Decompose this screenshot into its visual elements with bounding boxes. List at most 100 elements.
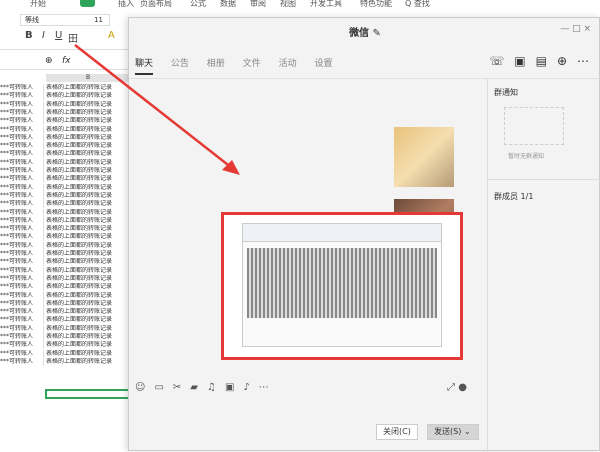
cell-b[interactable]: 表格的上面都的转账记录 (46, 333, 130, 341)
menu-item[interactable]: Q 查找 (405, 0, 430, 9)
cell-b[interactable]: 表格的上面都的转账记录 (46, 283, 130, 291)
menu-item[interactable]: 视图 (280, 0, 296, 9)
table-row[interactable]: ***可转账人 表格的上面都的转账记录 (0, 250, 130, 258)
menu-item[interactable]: 特色功能 (360, 0, 392, 9)
font-size[interactable]: 11 (94, 15, 103, 25)
table-row[interactable]: ***可转账人 表格的上面都的转账记录 (0, 175, 130, 184)
cell-b[interactable]: 表格的上面都的转账记录 (46, 134, 130, 142)
menu-item[interactable]: 公式 (190, 0, 206, 9)
cell-b[interactable]: 表格的上面都的转账记录 (46, 225, 130, 233)
maximize-button[interactable]: □ (572, 24, 581, 34)
cell-b[interactable]: 表格的上面都的转账记录 (46, 250, 130, 258)
scissors-icon[interactable]: ✂ (173, 382, 181, 393)
selected-cell[interactable] (45, 389, 135, 399)
cell-a[interactable]: ***可转账人 (0, 233, 44, 242)
chevron-down-icon[interactable]: ⌄ (464, 427, 471, 436)
underline-button[interactable]: U (55, 30, 62, 41)
cell-b[interactable]: 表格的上面都的转账记录 (46, 142, 130, 150)
table-row[interactable]: ***可转账人 表格的上面都的转账记录 (0, 291, 130, 300)
menu-item-active[interactable] (80, 0, 95, 7)
cell-a[interactable]: ***可转账人 (0, 100, 44, 109)
cell-a[interactable]: ***可转账人 (0, 266, 44, 275)
cell-b[interactable]: 表格的上面都的转账记录 (46, 159, 130, 167)
image-icon[interactable]: ▭ (154, 382, 163, 393)
cell-a[interactable]: ***可转账人 (0, 308, 44, 317)
cell-b[interactable]: 表格的上面都的转账记录 (46, 84, 130, 92)
cell-b[interactable]: 表格的上面都的转账记录 (46, 92, 130, 100)
cell-a[interactable]: ***可转账人 (0, 92, 44, 101)
table-row[interactable]: ***可转账人 表格的上面都的转账记录 (0, 341, 130, 350)
cell-a[interactable]: ***可转账人 (0, 125, 44, 134)
cell-a[interactable]: ***可转账人 (0, 133, 44, 142)
cell-a[interactable]: ***可转账人 (0, 142, 44, 151)
cell-a[interactable]: ***可转账人 (0, 291, 44, 300)
table-row[interactable]: ***可转账人 表格的上面都的转账记录 (0, 274, 130, 283)
cell-b[interactable]: 表格的上面都的转账记录 (46, 184, 130, 192)
video-icon[interactable]: ▣ (514, 54, 525, 68)
table-row[interactable]: ***可转账人 表格的上面都的转账记录 (0, 92, 130, 101)
table-row[interactable]: ***可转账人 表格的上面都的转账记录 (0, 316, 130, 325)
cell-b[interactable]: 表格的上面都的转账记录 (46, 341, 130, 349)
table-row[interactable]: ***可转账人 表格的上面都的转账记录 (0, 84, 130, 92)
table-row[interactable]: ***可转账人 表格的上面都的转账记录 (0, 357, 130, 366)
table-row[interactable]: ***可转账人 表格的上面都的转账记录 (0, 158, 130, 167)
fill-color-button[interactable]: A (108, 30, 115, 41)
table-row[interactable]: ***可转账人 表格的上面都的转账记录 (0, 299, 130, 308)
tab-chat[interactable]: 聊天 (135, 59, 154, 75)
emoji-icon[interactable]: ☺ (135, 382, 145, 393)
screenshot-message-highlighted[interactable] (221, 212, 463, 360)
phone-icon[interactable]: ☏ (489, 54, 504, 68)
table-row[interactable]: ***可转账人 表格的上面都的转账记录 (0, 241, 130, 250)
cell-a[interactable]: ***可转账人 (0, 250, 44, 258)
table-row[interactable]: ***可转账人 表格的上面都的转账记录 (0, 108, 130, 117)
cell-b[interactable]: 表格的上面都的转账记录 (46, 167, 130, 175)
table-row[interactable]: ***可转账人 表格的上面都的转账记录 (0, 349, 130, 358)
table-row[interactable]: ***可转账人 表格的上面都的转账记录 (0, 333, 130, 341)
cell-b[interactable]: 表格的上面都的转账记录 (46, 267, 130, 275)
screenshot-icon[interactable]: ▣ (225, 382, 234, 393)
table-row[interactable]: ***可转账人 表格的上面都的转账记录 (0, 133, 130, 142)
border-button[interactable]: 田 (68, 30, 78, 45)
more-icon[interactable]: ⋯ (259, 382, 269, 393)
cell-a[interactable]: ***可转账人 (0, 175, 44, 184)
tab-album[interactable]: 相册 (207, 59, 225, 69)
table-row[interactable]: ***可转账人 表格的上面都的转账记录 (0, 125, 130, 134)
cell-b[interactable]: 表格的上面都的转账记录 (46, 101, 130, 109)
cell-b[interactable]: 表格的上面都的转账记录 (46, 242, 130, 250)
blurred-image-message[interactable] (394, 127, 454, 187)
cell-b[interactable]: 表格的上面都的转账记录 (46, 300, 130, 308)
tab-announcement[interactable]: 公告 (171, 59, 189, 69)
cell-a[interactable]: ***可转账人 (0, 216, 44, 225)
cell-a[interactable]: ***可转账人 (0, 191, 44, 200)
table-row[interactable]: ***可转账人 表格的上面都的转账记录 (0, 117, 130, 126)
cell-b[interactable]: 表格的上面都的转账记录 (46, 308, 130, 316)
menu-item[interactable]: 插入 (118, 0, 134, 9)
table-row[interactable]: ***可转账人 表格的上面都的转账记录 (0, 142, 130, 151)
minimize-button[interactable]: — (560, 24, 569, 34)
cell-b[interactable]: 表格的上面都的转账记录 (46, 117, 130, 125)
cell-b[interactable]: 表格的上面都的转账记录 (46, 358, 130, 366)
cell-a[interactable]: ***可转账人 (0, 357, 44, 366)
cell-a[interactable]: ***可转账人 (0, 117, 44, 126)
menu-item[interactable]: 开发工具 (310, 0, 342, 9)
cell-a[interactable]: ***可转账人 (0, 84, 44, 92)
table-row[interactable]: ***可转账人 表格的上面都的转账记录 (0, 150, 130, 159)
italic-button[interactable]: I (42, 30, 45, 41)
cell-a[interactable]: ***可转账人 (0, 200, 44, 209)
table-row[interactable]: ***可转账人 表格的上面都的转账记录 (0, 216, 130, 225)
cell-a[interactable]: ***可转账人 (0, 299, 44, 308)
formula-bar[interactable]: ⊕ fx (0, 54, 130, 70)
cell-b[interactable]: 表格的上面都的转账记录 (46, 175, 130, 183)
tab-activity[interactable]: 活动 (279, 59, 297, 69)
table-row[interactable]: ***可转账人 表格的上面都的转账记录 (0, 191, 130, 200)
cell-b[interactable]: 表格的上面都的转账记录 (46, 217, 130, 225)
font-name-select[interactable]: 等线 11 (20, 14, 110, 26)
cell-b[interactable]: 表格的上面都的转账记录 (46, 258, 130, 266)
cell-a[interactable]: ***可转账人 (0, 225, 44, 234)
add-member-icon[interactable]: ⊕ (557, 54, 567, 68)
table-row[interactable]: ***可转账人 表格的上面都的转账记录 (0, 233, 130, 242)
send-button[interactable]: 发送(S) ⌄ (427, 424, 479, 440)
table-row[interactable] (0, 366, 130, 374)
more-icon[interactable]: ⋯ (577, 54, 589, 68)
cell-a[interactable]: ***可转账人 (0, 241, 44, 250)
